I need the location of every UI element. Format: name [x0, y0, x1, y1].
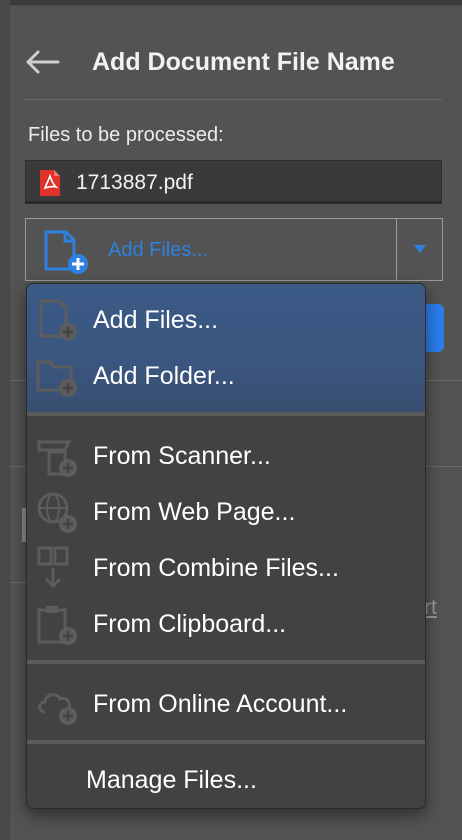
- back-button[interactable]: [24, 48, 60, 76]
- caret-down-icon: [414, 245, 426, 253]
- menu-item-add-files[interactable]: Add Files...: [27, 292, 425, 348]
- menu-separator: [27, 412, 425, 416]
- window-top-edge: [0, 0, 462, 6]
- menu-separator: [27, 660, 425, 664]
- file-name[interactable]: 1713887.pdf: [76, 171, 193, 195]
- menu-item-from-clipboard[interactable]: From Clipboard...: [27, 596, 425, 652]
- cloud-account-icon: [35, 682, 79, 726]
- web-page-icon: [35, 490, 79, 534]
- menu-item-manage-files[interactable]: Manage Files...: [27, 752, 425, 808]
- menu-item-label: Add Files...: [93, 306, 219, 334]
- files-to-process-label: Files to be processed:: [28, 124, 224, 146]
- back-arrow-icon: [26, 50, 60, 74]
- add-files-dropdown-button[interactable]: [397, 219, 443, 280]
- add-file-icon: [42, 229, 90, 275]
- menu-item-label: Add Folder...: [93, 362, 235, 390]
- add-folder-icon: [35, 354, 79, 398]
- page-title: Add Document File Name: [92, 48, 395, 76]
- background-divider: [426, 466, 462, 467]
- pdf-file-icon: [38, 169, 62, 197]
- add-files-button[interactable]: Add Files...: [26, 219, 396, 280]
- menu-item-from-web-page[interactable]: From Web Page...: [27, 484, 425, 540]
- clipboard-icon: [35, 602, 79, 646]
- add-file-icon: [35, 298, 79, 342]
- menu-item-from-scanner[interactable]: From Scanner...: [27, 428, 425, 484]
- add-files-split-button: Add Files...: [25, 218, 443, 281]
- background-divider: [426, 380, 462, 381]
- file-list[interactable]: 1713887.pdf: [25, 160, 442, 204]
- combine-files-icon: [35, 546, 79, 590]
- menu-item-label: From Scanner...: [93, 442, 271, 470]
- panel-header: Add Document File Name: [24, 40, 442, 100]
- scanner-icon: [35, 434, 79, 478]
- menu-item-label: From Web Page...: [93, 498, 296, 526]
- menu-item-label: Manage Files...: [86, 766, 257, 794]
- add-files-dropdown-menu: Add Files... Add Folder... From Scanner.…: [26, 283, 426, 809]
- menu-item-from-combine-files[interactable]: From Combine Files...: [27, 540, 425, 596]
- background-divider: [10, 582, 26, 583]
- background-divider: [10, 466, 26, 467]
- add-files-label: Add Files...: [108, 239, 209, 261]
- menu-separator: [27, 740, 425, 744]
- menu-item-label: From Clipboard...: [93, 610, 287, 638]
- menu-item-add-folder[interactable]: Add Folder...: [27, 348, 425, 404]
- menu-item-from-online-account[interactable]: From Online Account...: [27, 676, 425, 732]
- menu-item-label: From Combine Files...: [93, 554, 339, 582]
- menu-item-label: From Online Account...: [93, 690, 348, 718]
- left-panel-edge: [0, 0, 10, 840]
